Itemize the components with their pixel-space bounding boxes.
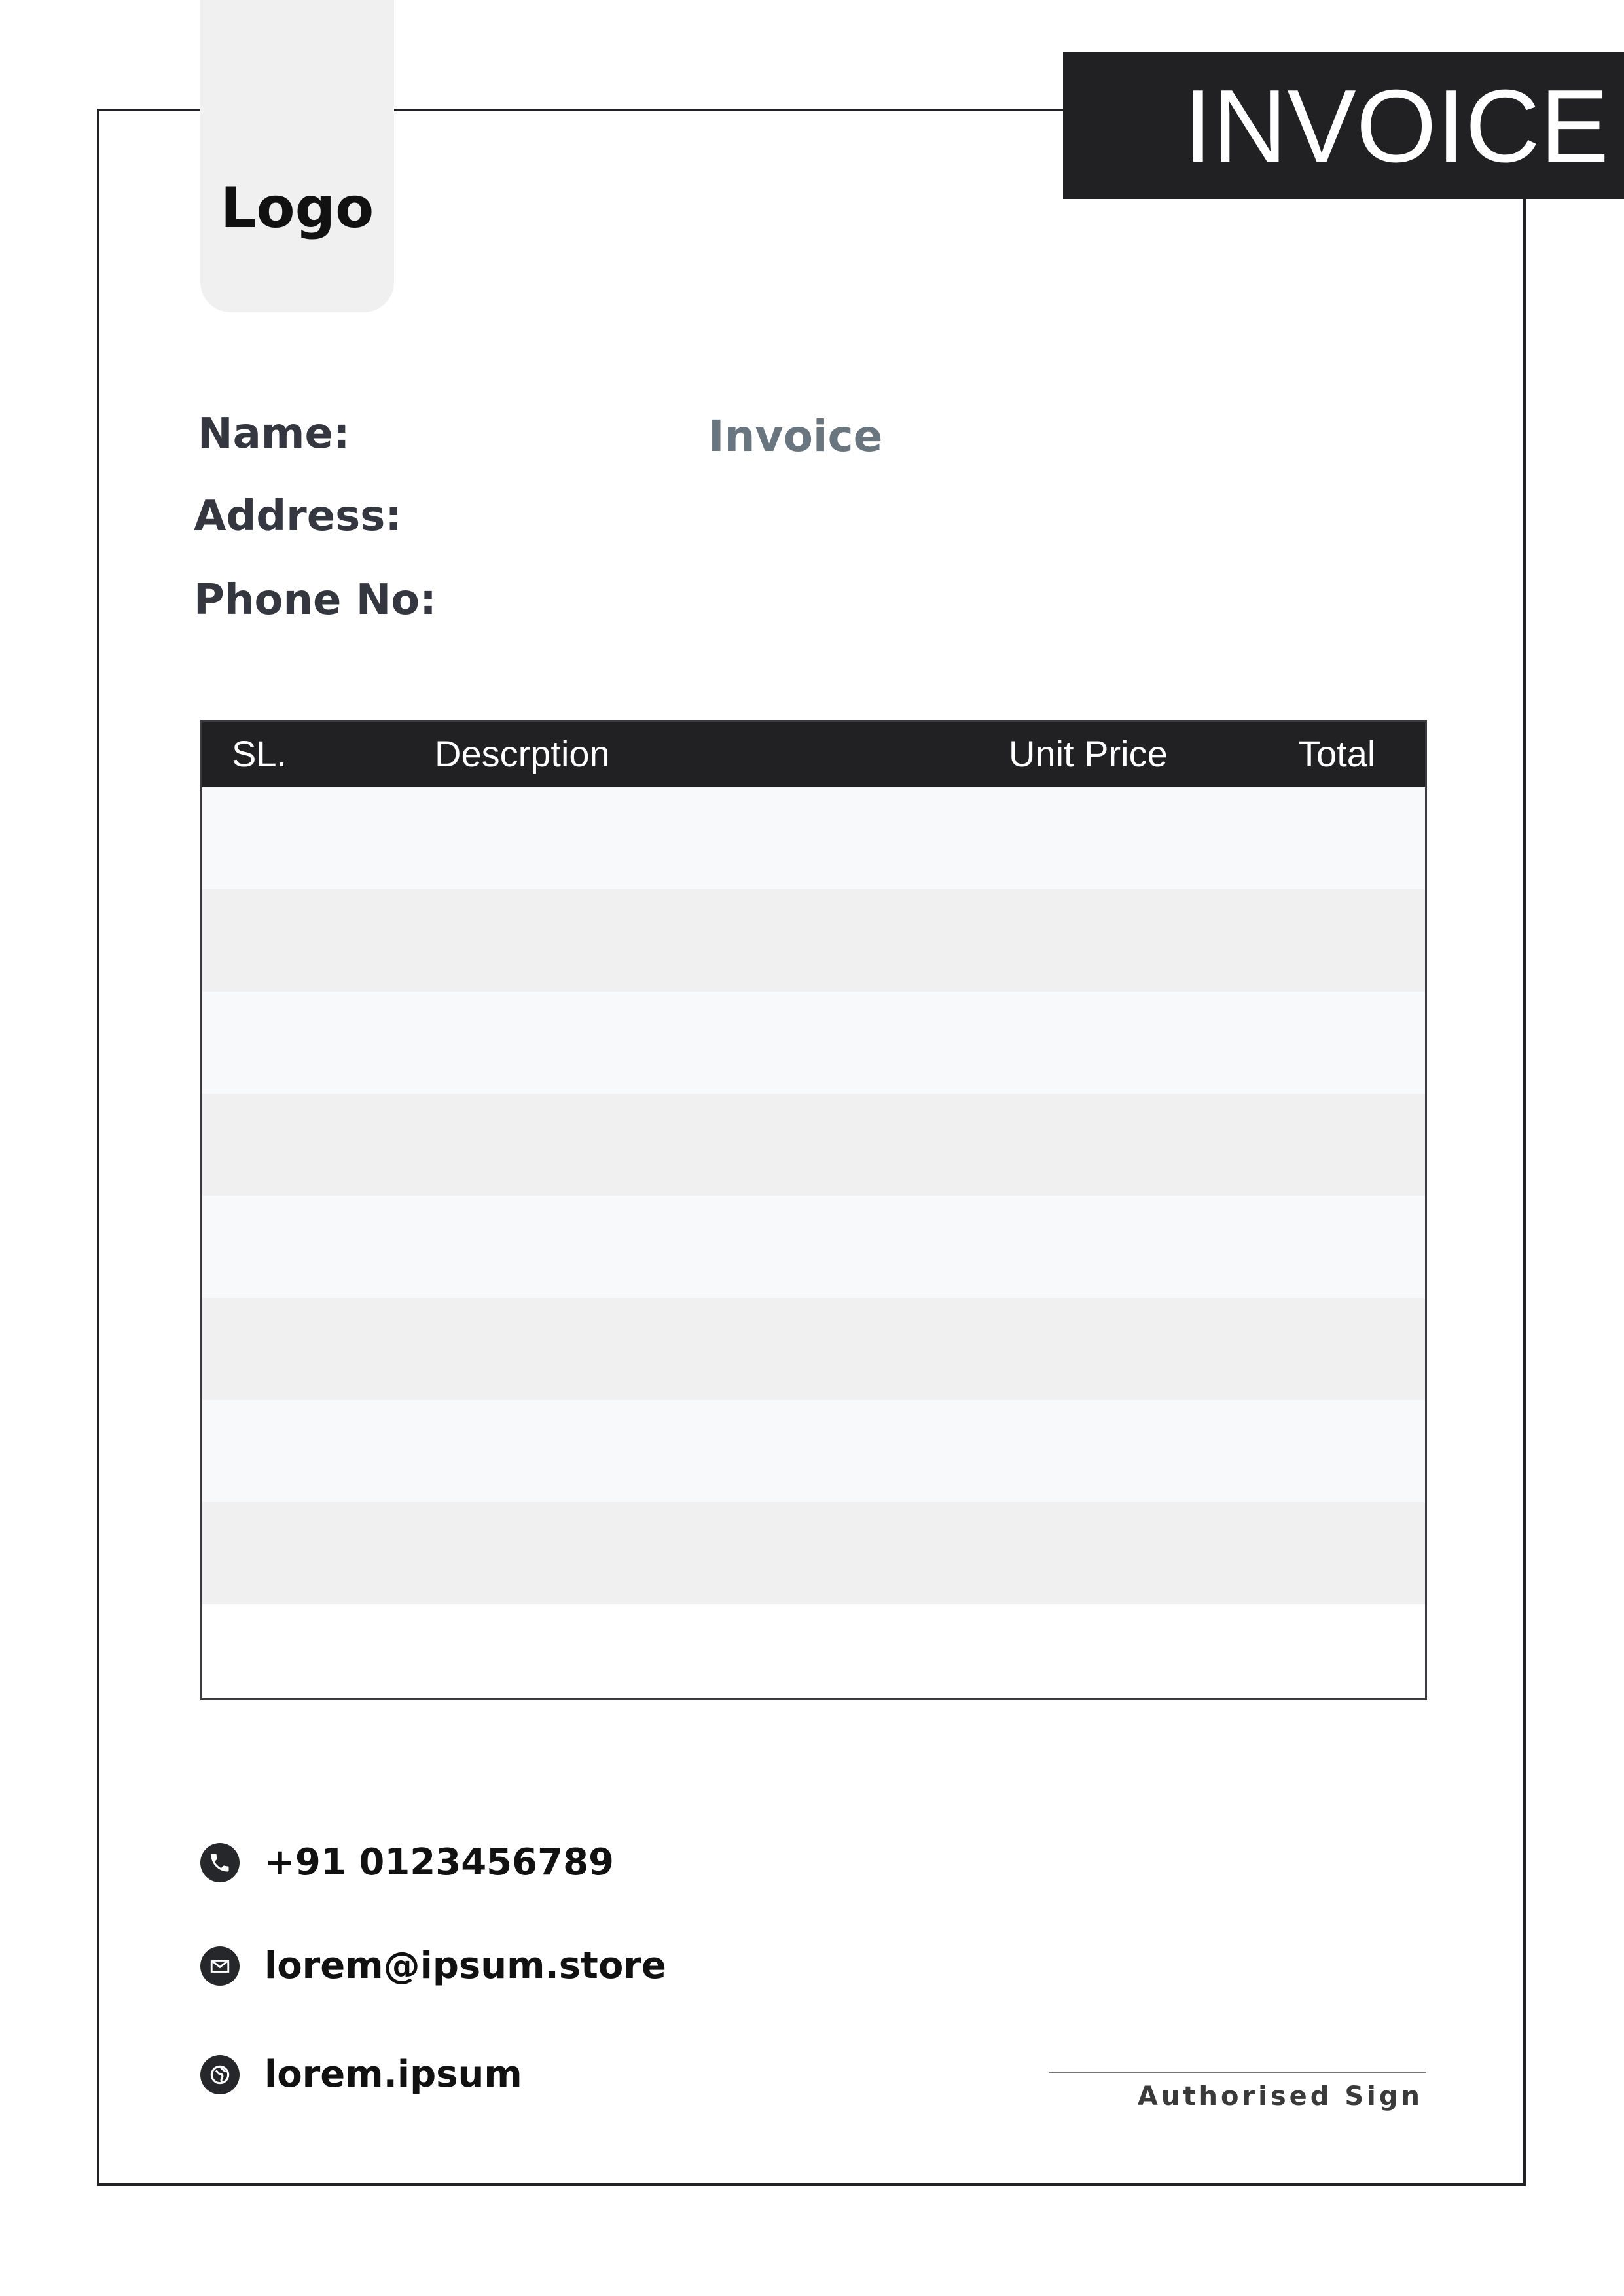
mail-icon xyxy=(200,1946,240,1986)
column-header-sl: SL. xyxy=(232,733,287,774)
authorised-sign-label: Authorised Sign xyxy=(1137,2081,1423,2111)
table-row xyxy=(202,787,1425,889)
address-label: Address: xyxy=(194,492,402,541)
table-row xyxy=(202,1196,1425,1298)
phone-icon xyxy=(200,1842,240,1882)
column-header-total: Total xyxy=(1298,733,1376,774)
column-header-description: Descrption xyxy=(435,733,610,774)
phone-label: Phone No: xyxy=(194,576,437,624)
name-label: Name: xyxy=(198,410,350,458)
contact-phone: +91 0123456789 xyxy=(200,1841,614,1884)
document-type-label: Invoice xyxy=(708,411,883,461)
table-row xyxy=(202,1298,1425,1400)
table-header: SL. Descrption Unit Price Total xyxy=(202,722,1425,787)
contact-website: lorem.ipsum xyxy=(200,2053,522,2096)
globe-icon xyxy=(200,2054,240,2094)
table-row xyxy=(202,1604,1425,1698)
table-row xyxy=(202,992,1425,1094)
contact-website-text: lorem.ipsum xyxy=(264,2053,522,2096)
table-row xyxy=(202,1400,1425,1502)
items-table: SL. Descrption Unit Price Total xyxy=(200,720,1427,1700)
table-row xyxy=(202,1094,1425,1196)
contact-email: lorem@ipsum.store xyxy=(200,1945,666,1987)
logo-tab xyxy=(200,0,394,312)
contact-phone-text: +91 0123456789 xyxy=(264,1841,614,1884)
page-title: INVOICE xyxy=(1183,69,1609,184)
column-header-unit-price: Unit Price xyxy=(1009,733,1168,774)
table-row xyxy=(202,1502,1425,1604)
table-row xyxy=(202,889,1425,992)
contact-email-text: lorem@ipsum.store xyxy=(264,1945,666,1987)
logo: Logo xyxy=(220,175,374,241)
signature-line xyxy=(1049,2072,1426,2073)
